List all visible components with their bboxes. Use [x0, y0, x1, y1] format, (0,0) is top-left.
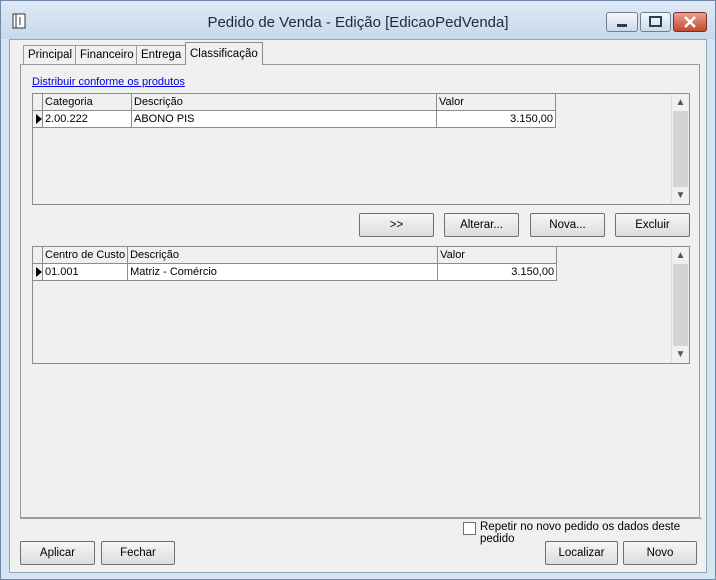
table-row[interactable]: 2.00.222 ABONO PIS 3.150,00 — [33, 110, 556, 128]
minimize-icon — [617, 24, 627, 27]
maximize-icon — [649, 16, 662, 27]
title-bar[interactable]: Pedido de Venda - Edição [EdicaoPedVenda… — [1, 1, 715, 39]
scroll-down-icon[interactable]: ▼ — [672, 187, 689, 204]
scroll-up-icon[interactable]: ▲ — [672, 247, 689, 264]
scroll-thumb[interactable] — [673, 111, 688, 187]
row-indicator-header — [33, 94, 43, 111]
row-indicator — [33, 110, 43, 128]
close-button[interactable] — [673, 12, 707, 32]
alterar-button[interactable]: Alterar... — [444, 213, 519, 237]
table-row[interactable]: 01.001 Matriz - Comércio 3.150,00 — [33, 263, 558, 281]
current-row-arrow-icon — [36, 267, 42, 278]
column-header[interactable]: Descrição — [127, 247, 439, 264]
minimize-button[interactable] — [606, 12, 638, 32]
column-header[interactable]: Descrição — [131, 94, 437, 111]
tab-entrega[interactable]: Entrega — [136, 45, 187, 64]
scroll-down-icon[interactable]: ▼ — [672, 346, 689, 363]
close-icon — [684, 16, 696, 28]
fechar-button[interactable]: Fechar — [101, 541, 175, 565]
row-indicator — [33, 263, 43, 281]
table-cell[interactable]: Matriz - Comércio — [127, 263, 439, 281]
table-cell[interactable]: 01.001 — [42, 263, 129, 281]
tab-classificacao[interactable]: Classificação — [185, 42, 263, 65]
tab-financeiro[interactable]: Financeiro — [75, 45, 139, 64]
table-cell[interactable]: ABONO PIS — [131, 110, 437, 128]
current-row-arrow-icon — [36, 114, 42, 125]
table-cell[interactable]: 2.00.222 — [42, 110, 132, 128]
table-cell[interactable]: 3.150,00 — [437, 263, 558, 281]
aplicar-button[interactable]: Aplicar — [20, 541, 95, 565]
nova-button[interactable]: Nova... — [530, 213, 605, 237]
maximize-button[interactable] — [640, 12, 671, 32]
column-header[interactable]: Centro de Custo — [42, 247, 129, 264]
novo-button[interactable]: Novo — [623, 541, 697, 565]
row-indicator-header — [33, 247, 43, 264]
vertical-scrollbar[interactable]: ▲ ▼ — [671, 94, 689, 204]
vertical-scrollbar[interactable]: ▲ ▼ — [671, 247, 689, 363]
header-row: Categoria Descrição Valor — [33, 94, 556, 111]
categories-grid[interactable]: Categoria Descrição Valor 2.00.222 ABONO… — [32, 93, 690, 205]
header-row: Centro de Custo Descrição Valor — [33, 247, 558, 264]
excluir-button[interactable]: Excluir — [615, 213, 690, 237]
column-header[interactable]: Valor — [437, 247, 558, 264]
distribute-button[interactable]: >> — [359, 213, 434, 237]
separator — [20, 518, 702, 519]
cost-centers-grid[interactable]: Centro de Custo Descrição Valor 01.001 M… — [32, 246, 690, 364]
tab-principal[interactable]: Principal — [23, 45, 78, 64]
scroll-thumb[interactable] — [673, 264, 688, 346]
distribute-link[interactable]: Distribuir conforme os produtos — [32, 76, 185, 88]
column-header[interactable]: Valor — [436, 94, 556, 111]
repeat-order-checkbox[interactable] — [463, 522, 476, 535]
table-cell[interactable]: 3.150,00 — [436, 110, 556, 128]
scroll-up-icon[interactable]: ▲ — [672, 94, 689, 111]
window: Pedido de Venda - Edição [EdicaoPedVenda… — [0, 0, 716, 580]
localizar-button[interactable]: Localizar — [545, 541, 618, 565]
column-header[interactable]: Categoria — [42, 94, 132, 111]
